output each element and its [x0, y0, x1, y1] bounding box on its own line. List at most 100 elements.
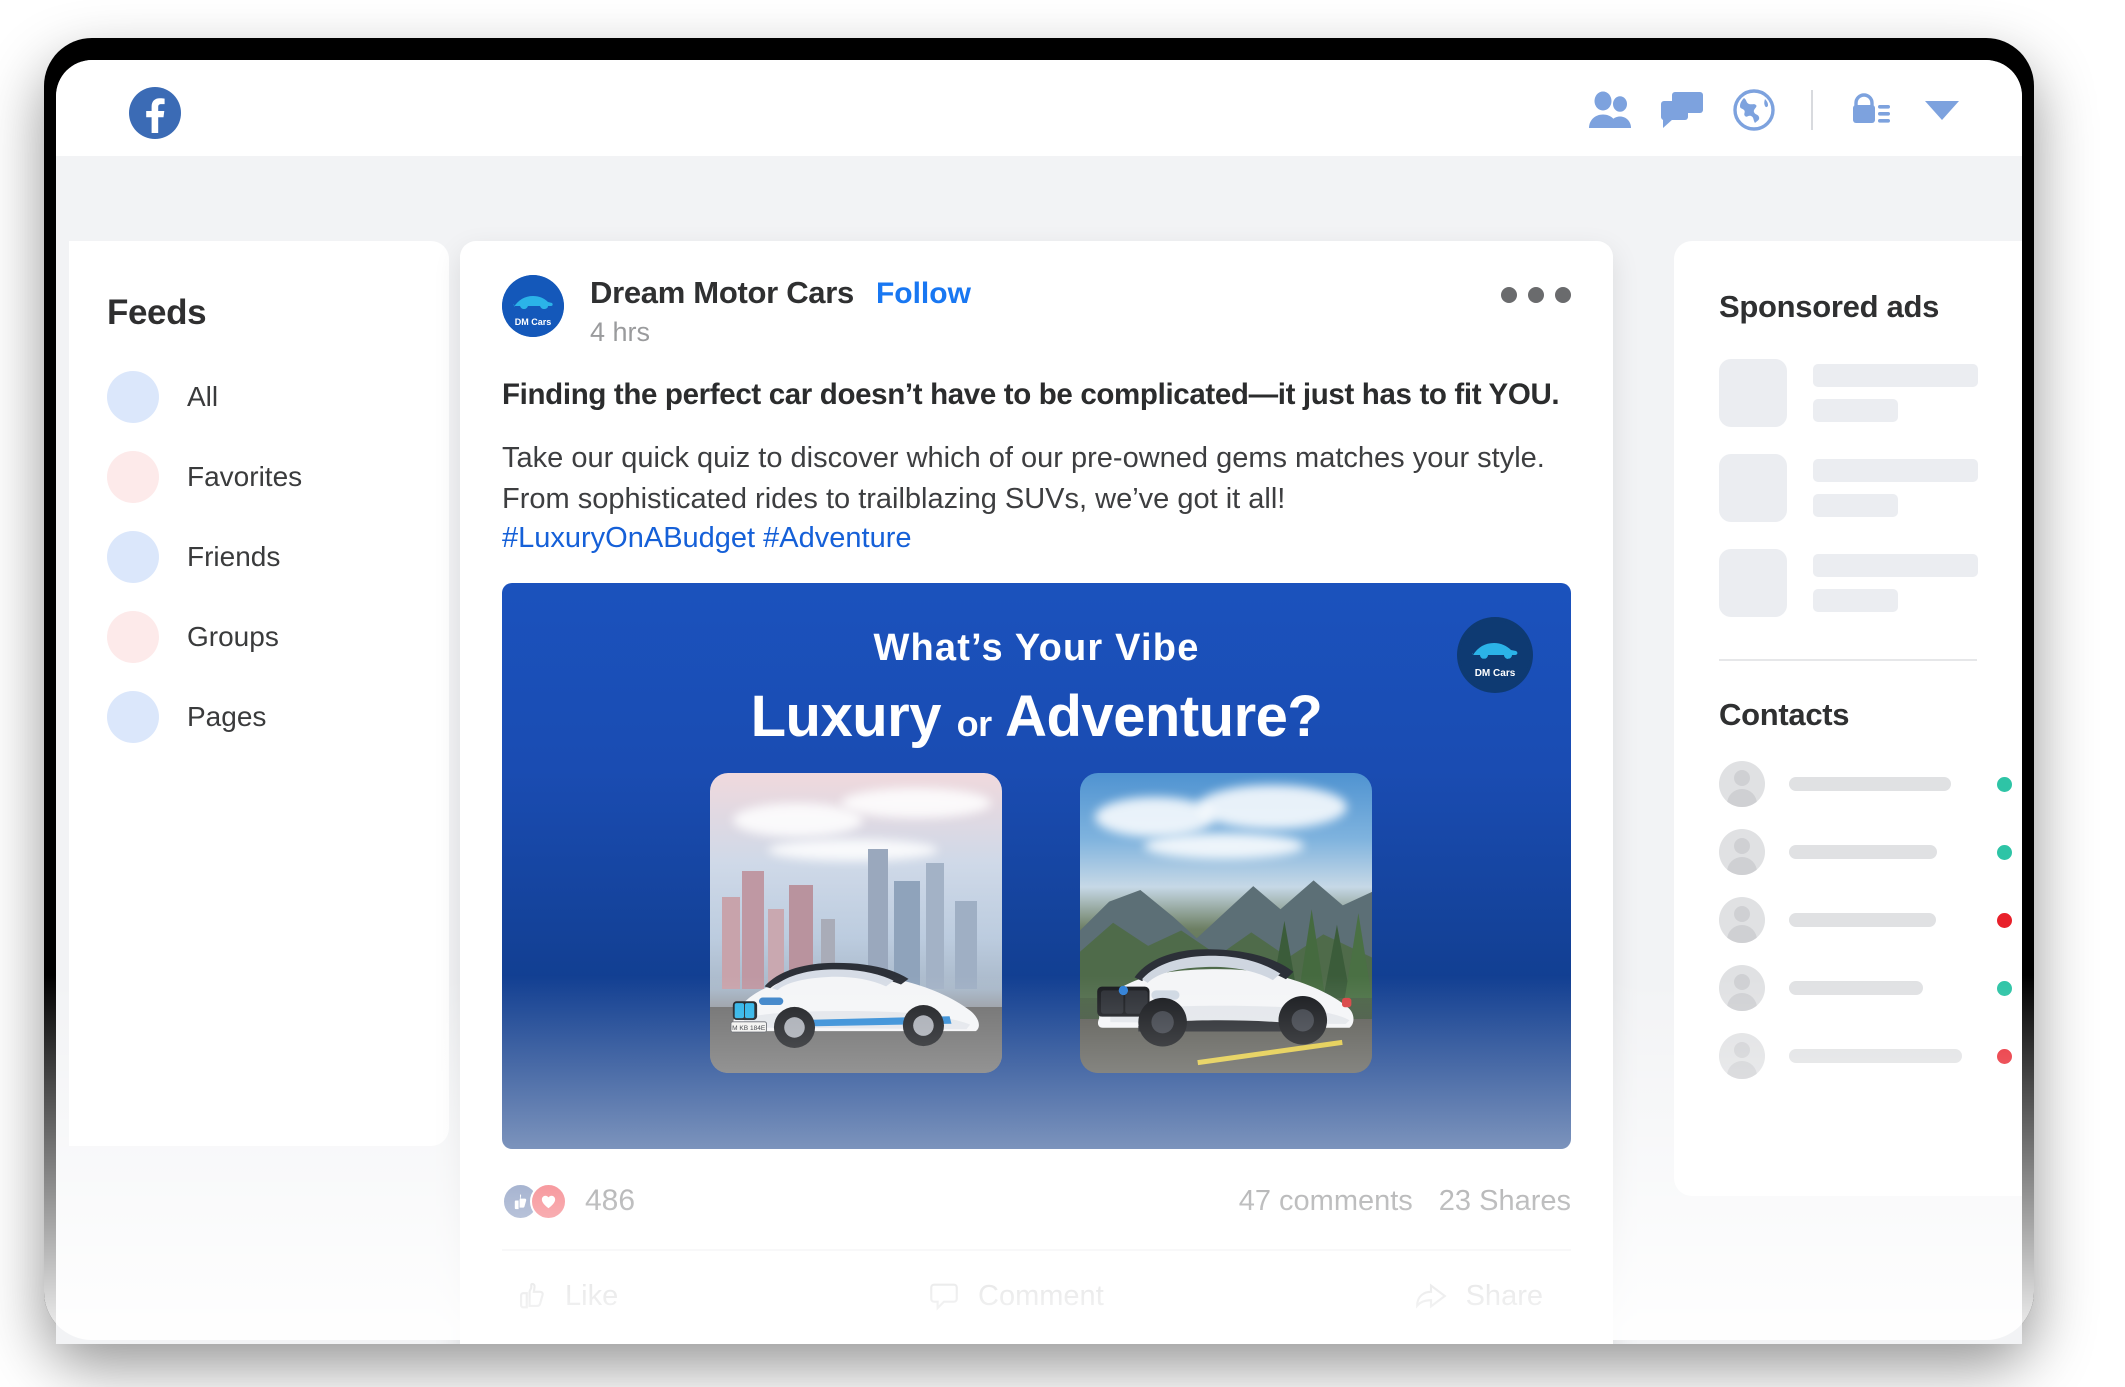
contact-name-placeholder [1789, 913, 1936, 927]
main-content-area: Feeds All Favorites Friends Groups Pages… [56, 156, 2022, 1344]
contact-list-item[interactable] [1719, 761, 2022, 807]
comment-button[interactable]: Comment [927, 1279, 1104, 1313]
dot [1501, 287, 1517, 303]
cloud [1196, 785, 1347, 830]
sidebar-item-label: Groups [187, 621, 279, 652]
white-suv-car [1097, 948, 1354, 1046]
contact-avatar-icon [1719, 1033, 1765, 1079]
sidebar-item-friends[interactable]: Friends [107, 531, 449, 583]
reaction-count: 486 [585, 1184, 636, 1218]
post-more-options-icon[interactable] [1501, 287, 1571, 303]
share-button-label: Share [1465, 1279, 1543, 1312]
like-button-label: Like [565, 1279, 619, 1312]
dot [1528, 287, 1544, 303]
banner-title-text: Luxury or Adventure? [502, 683, 1571, 750]
status-badge-offline [1997, 1048, 2012, 1064]
ad-text-placeholder [1813, 554, 1978, 612]
dot [1555, 287, 1571, 303]
device-frame: Feeds All Favorites Friends Groups Pages… [44, 38, 2034, 1344]
feed-dot-icon [107, 531, 159, 583]
banner-title-or: or [956, 703, 993, 745]
ad-thumbnail-placeholder [1719, 359, 1787, 427]
contacts-list [1719, 761, 2022, 1079]
status-badge-online [1997, 844, 2012, 860]
post-card: DM Cars Dream Motor Cars Follow 4 hrs Fi… [460, 241, 1613, 1344]
sidebar-item-pages[interactable]: Pages [107, 691, 449, 743]
topbar-divider [1811, 90, 1813, 130]
feed-dot-icon [107, 691, 159, 743]
placeholder-line [1813, 494, 1898, 517]
contact-list-item[interactable] [1719, 829, 2022, 875]
sidebar-item-label: Favorites [187, 461, 303, 492]
chevron-down-icon[interactable] [1919, 87, 1965, 133]
sidebar-item-groups[interactable]: Groups [107, 611, 449, 663]
left-sidebar: Feeds All Favorites Friends Groups Pages [69, 241, 449, 1146]
placeholder-line [1813, 364, 1978, 387]
post-author-name[interactable]: Dream Motor Cars [590, 275, 854, 311]
facebook-logo[interactable] [129, 87, 181, 139]
divider [1719, 659, 1977, 661]
account-lock-icon[interactable] [1847, 87, 1893, 133]
messenger-icon[interactable] [1659, 87, 1705, 133]
post-engagement-stats: 486 47 comments 23 Shares [502, 1175, 1571, 1227]
white-sedan-car: M KB 184E [730, 962, 979, 1048]
dm-cars-badge-logo: DM Cars [1457, 617, 1533, 694]
globe-notifications-icon[interactable] [1731, 87, 1777, 133]
placeholder-line [1813, 459, 1978, 482]
post-timestamp: 4 hrs [590, 317, 651, 347]
right-sidebar: Sponsored ads Contacts [1674, 241, 2022, 1196]
feeds-list: All Favorites Friends Groups Pages [107, 371, 449, 743]
sidebar-item-label: Pages [187, 701, 267, 732]
contact-name-placeholder [1789, 981, 1923, 995]
device-screen: Feeds All Favorites Friends Groups Pages… [56, 60, 2022, 1344]
contacts-heading: Contacts [1719, 697, 1850, 732]
follow-link[interactable]: Follow [876, 277, 971, 311]
contact-avatar-icon [1719, 897, 1765, 943]
luxury-sedan-image: M KB 184E [710, 773, 1002, 1074]
share-button[interactable]: Share [1413, 1279, 1543, 1313]
ad-text-placeholder [1813, 364, 1978, 422]
avatar[interactable]: DM Cars [502, 275, 564, 337]
contact-list-item[interactable] [1719, 897, 2022, 943]
comment-bubble-outline-icon [930, 1283, 958, 1311]
contact-name-placeholder [1789, 845, 1937, 859]
sidebar-item-favorites[interactable]: Favorites [107, 451, 449, 503]
share-arrow-outline-icon [1415, 1283, 1447, 1309]
stats-right-group: 47 comments 23 Shares [1239, 1185, 1571, 1218]
svg-text:DM Cars: DM Cars [1475, 668, 1516, 679]
contact-name-placeholder [1789, 777, 1951, 791]
banner-title-luxury: Luxury [750, 684, 942, 750]
post-text: Take our quick quiz to discover which of… [502, 442, 1545, 516]
status-badge-offline [1997, 912, 2012, 928]
like-button[interactable]: Like [514, 1279, 618, 1313]
thumbs-up-outline-icon [520, 1283, 544, 1309]
reaction-icons[interactable] [502, 1182, 567, 1220]
topbar-icon-group [1587, 80, 1965, 140]
ad-thumbnail-placeholder [1719, 549, 1787, 617]
contact-list-item[interactable] [1719, 965, 2022, 1011]
contact-list-item[interactable] [1719, 1033, 2022, 1079]
contact-avatar-icon [1719, 761, 1765, 807]
share-count[interactable]: 23 Shares [1439, 1185, 1571, 1218]
heart-reaction-icon [530, 1182, 567, 1220]
post-header-text: Dream Motor Cars Follow 4 hrs [590, 275, 971, 348]
contact-avatar-icon [1719, 829, 1765, 875]
comment-count[interactable]: 47 comments [1239, 1185, 1413, 1218]
feed-dot-icon [107, 611, 159, 663]
sponsored-ad-placeholder[interactable] [1719, 454, 2022, 522]
post-hashtags[interactable]: #LuxuryOnABudget #Adventure [502, 522, 1571, 555]
ad-text-placeholder [1813, 459, 1978, 517]
sidebar-item-label: Friends [187, 541, 281, 572]
banner-title-adventure: Adventure? [1005, 684, 1323, 750]
post-banner-image[interactable]: What’s Your Vibe Luxury or Adventure? DM… [502, 583, 1571, 1150]
contact-name-placeholder [1789, 1049, 1962, 1063]
friends-icon[interactable] [1587, 87, 1633, 133]
sidebar-item-all[interactable]: All [107, 371, 449, 423]
status-badge-online [1997, 980, 2012, 996]
post-action-bar: Like Comment Share [502, 1251, 1571, 1341]
sidebar-item-label: All [187, 381, 219, 412]
top-navigation-bar [56, 60, 2022, 156]
sponsored-ad-placeholder[interactable] [1719, 549, 2022, 617]
status-badge-online [1997, 776, 2012, 792]
sponsored-ad-placeholder[interactable] [1719, 359, 2022, 427]
